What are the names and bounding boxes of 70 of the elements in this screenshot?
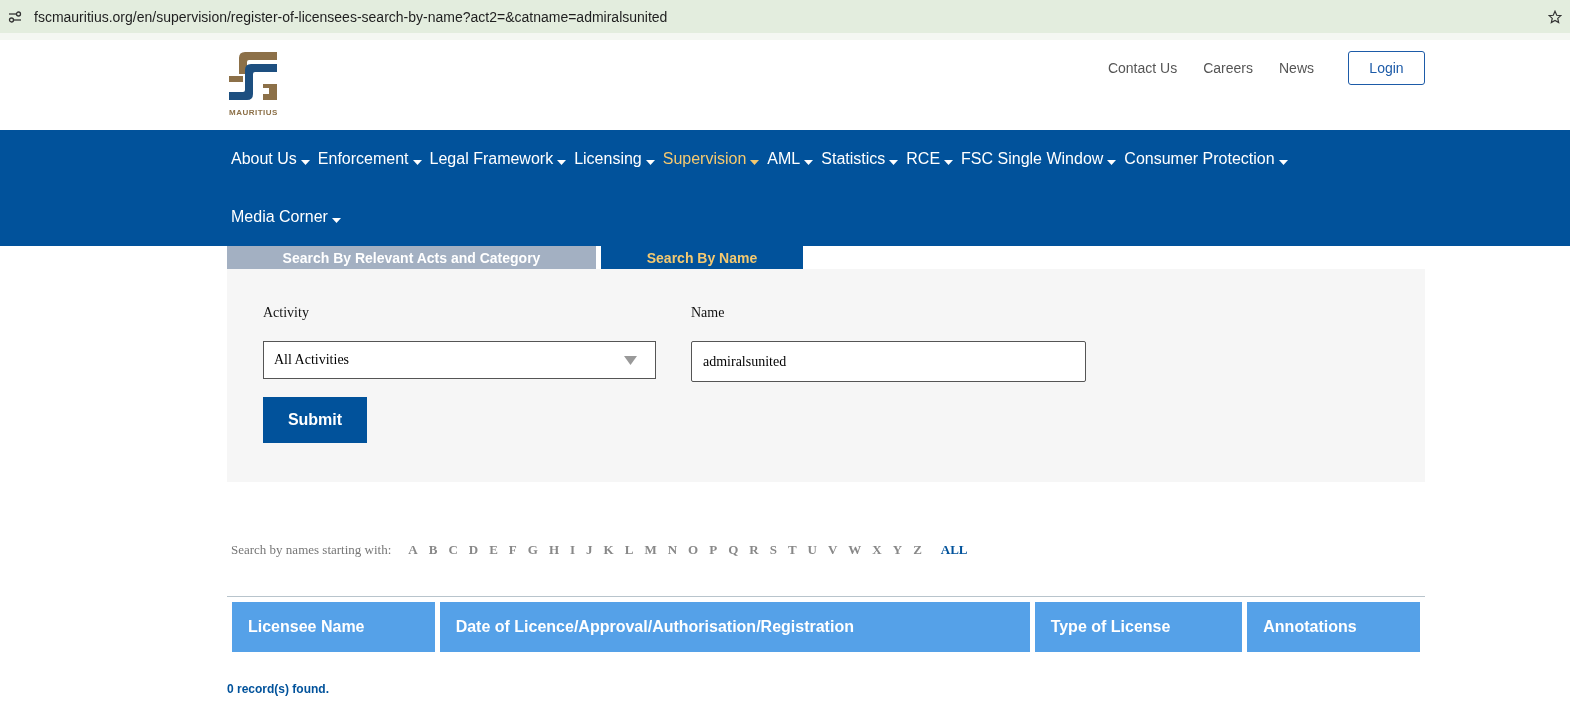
letter-link[interactable]: I [570, 542, 576, 558]
letter-link[interactable]: L [624, 542, 634, 558]
field-label: Name [691, 305, 726, 321]
letter-link[interactable]: J [586, 542, 593, 558]
letter-link[interactable]: T [787, 542, 797, 558]
activity-dropdown[interactable]: All Activities [263, 341, 656, 379]
caret-icon [557, 159, 567, 165]
letter-link[interactable]: M [644, 542, 657, 558]
letter-link[interactable]: ALL [940, 542, 968, 558]
nav-item[interactable]: Licensing [574, 130, 655, 188]
letter-link[interactable]: E [489, 542, 498, 558]
login-button[interactable]: Login [1348, 51, 1425, 85]
header-link[interactable]: Contact Us [1107, 51, 1178, 76]
dropdown-arrow-icon [624, 355, 637, 365]
caret-icon [412, 159, 422, 165]
letter-link[interactable]: R [749, 542, 759, 558]
nav-item[interactable]: Legal Framework [429, 130, 567, 188]
letter-link[interactable]: W [848, 542, 862, 558]
caret-icon [804, 159, 814, 165]
letter-link[interactable]: S [769, 542, 777, 558]
letter-link[interactable]: D [468, 542, 479, 558]
column-header: Type of License [1034, 602, 1243, 652]
letter-link[interactable]: U [807, 542, 817, 558]
letter-link[interactable]: Z [913, 542, 922, 558]
nav-item[interactable]: Supervision [662, 130, 760, 188]
caret-icon [889, 159, 899, 165]
nav-item[interactable]: RCE [906, 130, 954, 188]
header-link[interactable]: News [1279, 51, 1314, 76]
record-count: 0 record(s) found. [227, 682, 330, 696]
letter-link[interactable]: H [548, 542, 560, 558]
letter-link[interactable]: Q [728, 542, 739, 558]
name-field[interactable]: admiralsunited [691, 341, 1086, 382]
header-link[interactable]: Careers [1203, 51, 1253, 76]
caret-icon [750, 159, 760, 165]
letter-link[interactable]: C [448, 542, 458, 558]
nav-item[interactable]: Consumer Protection [1124, 130, 1288, 188]
letter-link[interactable]: V [827, 542, 838, 558]
letter-link[interactable]: F [508, 542, 517, 558]
column-header: Licensee Name [232, 602, 435, 652]
column-header: Annotations [1247, 602, 1420, 652]
nav-item[interactable]: Enforcement [317, 130, 422, 188]
letters-prompt: Search by names starting with: [231, 542, 392, 558]
nav-item[interactable]: Statistics [821, 130, 899, 188]
star-icon[interactable] [1548, 9, 1562, 24]
submit-button[interactable]: Submit [263, 397, 367, 443]
letter-link[interactable]: A [408, 542, 418, 558]
letter-link[interactable]: X [872, 542, 882, 558]
logo-caption: MAURITIUS [228, 108, 278, 117]
caret-icon [300, 159, 310, 165]
letter-link[interactable]: Y [892, 542, 903, 558]
letter-link[interactable]: G [527, 542, 538, 558]
nav-item[interactable]: About Us [231, 130, 310, 188]
caret-icon [1107, 159, 1117, 165]
caret-icon [645, 159, 655, 165]
letter-link[interactable]: B [428, 542, 438, 558]
nav-item[interactable]: AML [767, 130, 814, 188]
tab[interactable]: Search By Relevant Acts and Category [227, 246, 596, 269]
caret-icon [1278, 159, 1288, 165]
letter-link[interactable]: N [667, 542, 678, 558]
caret-icon [944, 159, 954, 165]
field-label: Activity [263, 305, 310, 321]
caret-icon [331, 217, 341, 223]
letter-link[interactable]: K [603, 542, 614, 558]
letter-link[interactable]: P [709, 542, 718, 558]
nav-item[interactable]: FSC Single Window [961, 130, 1117, 188]
letter-link[interactable]: O [688, 542, 699, 558]
tab[interactable]: Search By Name [601, 246, 803, 269]
column-header: Date of Licence/Approval/Authorisation/Registration [439, 602, 1030, 652]
site-settings-icon[interactable] [8, 10, 22, 23]
nav-item[interactable]: Media Corner [231, 188, 341, 246]
